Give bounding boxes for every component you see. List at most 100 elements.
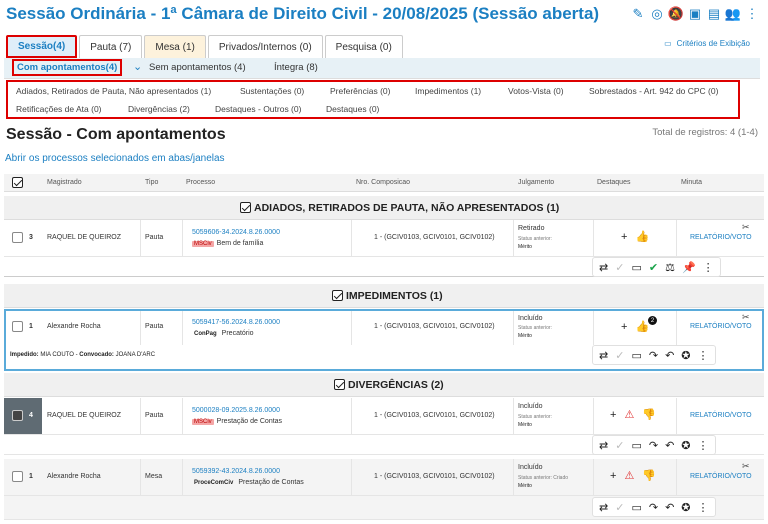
- verified-icon[interactable]: ✪: [681, 501, 690, 514]
- header-toolbar: ✎ ◎ 🔕 ▣ ▤ 👥 ⋮: [630, 6, 760, 22]
- table-row[interactable]: 1 Alexandre Rocha Mesa 5059392-43.2024.8…: [4, 459, 764, 496]
- undo-icon[interactable]: ↶: [665, 501, 674, 514]
- add-icon[interactable]: +: [621, 321, 627, 333]
- document-icon[interactable]: ▣: [687, 6, 703, 22]
- relatorio-voto-link[interactable]: RELATÓRIO/VOTO: [690, 473, 752, 480]
- tools-icon[interactable]: ✂: [742, 312, 750, 323]
- filter-destaques[interactable]: Destaques (0): [326, 104, 379, 114]
- filter-preferencias[interactable]: Preferências (0): [330, 86, 390, 96]
- filter-retificacoes[interactable]: Retificações de Ata (0): [16, 104, 102, 114]
- tools-icon[interactable]: ✂: [742, 222, 750, 233]
- add-icon[interactable]: +: [610, 409, 616, 421]
- row-action-toolbar: ⇄ ✓ ▭ ↷ ↶ ✪ ⋮: [592, 345, 716, 365]
- thumb-up-icon[interactable]: 👍: [635, 230, 649, 243]
- redo-icon[interactable]: ↷: [649, 349, 658, 362]
- thumb-up-icon[interactable]: 👍: [635, 320, 649, 333]
- pin-icon[interactable]: 📌: [682, 261, 696, 274]
- monitor-icon[interactable]: ▭: [631, 439, 641, 452]
- row-checkbox[interactable]: [12, 410, 23, 421]
- row-number: 4: [29, 412, 33, 419]
- composicao: 1 - (GCIV0103, GCIV0101, GCIV0102): [374, 323, 495, 330]
- status-anterior: Status anterior:: [518, 236, 552, 242]
- verified-icon[interactable]: ✪: [681, 439, 690, 452]
- status-anterior: Status anterior: Criado: [518, 475, 569, 481]
- col-tipo: Tipo: [145, 179, 159, 186]
- broadcast-icon[interactable]: ◎: [649, 6, 665, 22]
- subtab-com-apontamentos[interactable]: Com apontamentos(4): [12, 59, 123, 76]
- monitor-icon[interactable]: ▭: [631, 261, 641, 274]
- monitor-icon[interactable]: ▭: [631, 501, 641, 514]
- subtab-integra[interactable]: Íntegra (8): [274, 62, 318, 73]
- processo-link[interactable]: 5059417-56.2024.8.26.0000: [192, 319, 280, 326]
- edit-icon[interactable]: ✎: [630, 6, 646, 22]
- filter-votos-vista[interactable]: Votos-Vista (0): [508, 86, 564, 96]
- tab-pesquisa[interactable]: Pesquisa (0): [324, 35, 403, 58]
- add-icon[interactable]: +: [610, 470, 616, 482]
- check-circle-icon[interactable]: ✔: [649, 261, 658, 274]
- tab-pauta[interactable]: Pauta (7): [79, 35, 143, 58]
- more-vert-icon[interactable]: ⋮: [698, 501, 709, 514]
- check-icon[interactable]: ✓: [615, 261, 624, 274]
- subtab-sem-apontamentos[interactable]: Sem apontamentos (4): [149, 62, 246, 73]
- warning-icon[interactable]: ⚠: [624, 469, 634, 482]
- swap-icon[interactable]: ⇄: [599, 501, 608, 514]
- relatorio-voto-link[interactable]: RELATÓRIO/VOTO: [690, 412, 752, 419]
- redo-icon[interactable]: ↷: [649, 501, 658, 514]
- more-vert-icon[interactable]: ⋮: [703, 261, 714, 274]
- undo-icon[interactable]: ↶: [665, 349, 674, 362]
- row-checkbox[interactable]: [12, 471, 23, 482]
- filter-adiados[interactable]: Adiados, Retirados de Pauta, Não apresen…: [16, 86, 211, 96]
- row-checkbox[interactable]: [12, 321, 23, 332]
- redo-icon[interactable]: ↷: [649, 439, 658, 452]
- add-icon[interactable]: +: [621, 231, 627, 243]
- filter-sobrestados[interactable]: Sobrestados - Art. 942 do CPC (0): [589, 86, 718, 96]
- chevron-down-icon[interactable]: ⌄: [133, 60, 142, 73]
- col-processo: Processo: [186, 179, 216, 186]
- swap-icon[interactable]: ⇄: [599, 261, 608, 274]
- table-row[interactable]: 4 RAQUEL DE QUEIROZ Pauta 5000028-09.202…: [4, 398, 764, 435]
- group-checkbox[interactable]: [334, 379, 345, 390]
- tab-sessao[interactable]: Sessão(4): [6, 35, 78, 58]
- table-row[interactable]: 3 RAQUEL DE QUEIROZ Pauta 5059606-34.202…: [4, 220, 764, 257]
- verified-icon[interactable]: ✪: [681, 349, 690, 362]
- notification-off-icon[interactable]: 🔕: [668, 6, 684, 22]
- subtab-bar: Com apontamentos(4) ⌄ Sem apontamentos (…: [4, 58, 760, 79]
- swap-icon[interactable]: ⇄: [599, 349, 608, 362]
- filter-divergencias[interactable]: Divergências (2): [128, 104, 190, 114]
- processo-link[interactable]: 5000028-09.2025.8.26.0000: [192, 407, 280, 414]
- filter-destaques-outros[interactable]: Destaques - Outros (0): [215, 104, 301, 114]
- more-vert-icon[interactable]: ⋮: [698, 349, 709, 362]
- processo-link[interactable]: 5059606-34.2024.8.26.0000: [192, 229, 280, 236]
- thumb-down-icon[interactable]: 👎: [642, 408, 656, 421]
- thumb-down-icon[interactable]: 👎: [642, 469, 656, 482]
- total-records: Total de registros: 4 (1-4): [652, 127, 758, 138]
- warning-icon[interactable]: ⚠: [624, 408, 634, 421]
- gavel-icon[interactable]: ⚖: [665, 261, 675, 274]
- monitor-icon[interactable]: ▭: [631, 349, 641, 362]
- select-all-checkbox[interactable]: [12, 177, 23, 188]
- filter-sustentacoes[interactable]: Sustentações (0): [240, 86, 304, 96]
- more-vert-icon[interactable]: ⋮: [698, 439, 709, 452]
- tab-mesa[interactable]: Mesa (1): [144, 35, 206, 58]
- row-checkbox[interactable]: [12, 232, 23, 243]
- open-selected-link[interactable]: Abrir os processos selecionados em abas/…: [5, 153, 225, 164]
- group-checkbox[interactable]: [240, 202, 251, 213]
- check-icon[interactable]: ✓: [615, 349, 624, 362]
- filter-impedimentos[interactable]: Impedimentos (1): [415, 86, 481, 96]
- processo-link[interactable]: 5059392-43.2024.8.26.0000: [192, 468, 280, 475]
- users-icon[interactable]: 👥: [725, 6, 741, 22]
- undo-icon[interactable]: ↶: [665, 439, 674, 452]
- group-checkbox[interactable]: [332, 290, 343, 301]
- tab-privados[interactable]: Privados/Internos (0): [207, 35, 323, 58]
- criterios-link[interactable]: ▭ Critérios de Exibição: [664, 39, 750, 48]
- table-row[interactable]: 1 Alexandre Rocha Pauta 5059417-56.2024.…: [4, 309, 764, 371]
- save-icon[interactable]: ▤: [706, 6, 722, 22]
- relatorio-voto-link[interactable]: RELATÓRIO/VOTO: [690, 323, 752, 330]
- swap-icon[interactable]: ⇄: [599, 439, 608, 452]
- check-icon[interactable]: ✓: [615, 501, 624, 514]
- check-icon[interactable]: ✓: [615, 439, 624, 452]
- more-vert-icon[interactable]: ⋮: [744, 6, 760, 22]
- col-magistrado: Magistrado: [47, 179, 82, 186]
- tools-icon[interactable]: ✂: [742, 461, 750, 472]
- relatorio-voto-link[interactable]: RELATÓRIO/VOTO: [690, 234, 752, 241]
